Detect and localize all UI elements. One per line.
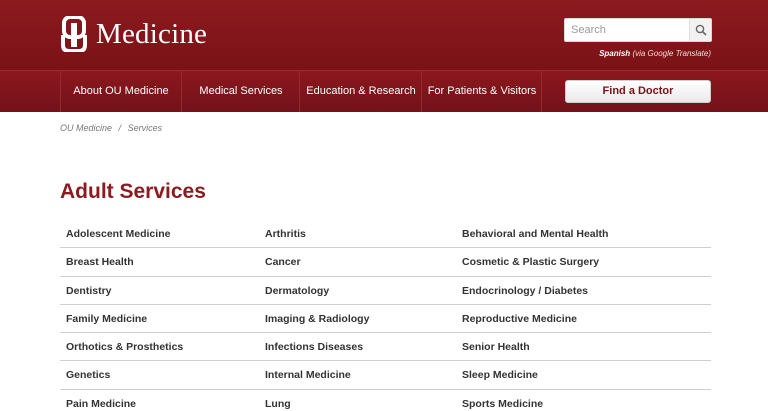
search-button[interactable] [689,19,711,41]
nav-divider [181,71,182,112]
services-row: Adolescent Medicine Arthritis Behavioral… [60,220,711,249]
services-row: Breast Health Cancer Cosmetic & Plastic … [60,248,711,277]
nav-item-education-research[interactable]: Education & Research [301,71,421,112]
services-list: Adolescent Medicine Arthritis Behavioral… [60,220,711,411]
section-title: Adult Services [60,180,206,203]
nav-divider [541,71,542,112]
service-link[interactable]: Internal Medicine [265,361,351,389]
service-link[interactable]: Infections Diseases [265,333,363,361]
service-link[interactable]: Senior Health [462,333,530,361]
nav-item-patients-visitors[interactable]: For Patients & Visitors [423,71,541,112]
site-header: Medicine Spanish (via Google Translate) [0,0,768,70]
service-link[interactable]: Behavioral and Mental Health [462,220,608,248]
breadcrumb-current: Services [127,123,163,133]
breadcrumb-home[interactable]: OU Medicine [60,123,112,133]
service-link[interactable]: Pain Medicine [66,390,136,411]
ou-logo-icon [61,16,87,52]
service-link[interactable]: Cancer [265,248,301,276]
nav-item-medical-services[interactable]: Medical Services [183,71,299,112]
service-link[interactable]: Dermatology [265,277,329,305]
service-link[interactable]: Sports Medicine [462,390,543,411]
service-link[interactable]: Reproductive Medicine [462,305,577,333]
service-link[interactable]: Adolescent Medicine [66,220,170,248]
search-box [564,18,712,42]
main-nav: About OU Medicine Medical Services Educa… [0,70,768,112]
services-row: Genetics Internal Medicine Sleep Medicin… [60,361,711,390]
breadcrumb-separator: / [118,123,122,133]
service-link[interactable]: Dentistry [66,277,112,305]
nav-divider [299,71,300,112]
ou-medicine-logo[interactable]: Medicine [60,16,207,52]
service-link[interactable]: Sleep Medicine [462,361,538,389]
service-link[interactable]: Family Medicine [66,305,147,333]
search-icon [695,24,707,36]
services-row: Pain Medicine Lung Sports Medicine [60,390,711,411]
service-link[interactable]: Breast Health [66,248,134,276]
service-link[interactable]: Imaging & Radiology [265,305,369,333]
breadcrumb: OU Medicine / Services [60,123,162,133]
translate-link[interactable]: Spanish (via Google Translate) [599,49,711,58]
services-row: Family Medicine Imaging & Radiology Repr… [60,305,711,334]
translate-via: (via Google Translate) [632,49,711,58]
nav-divider [421,71,422,112]
translate-language: Spanish [599,49,631,58]
service-link[interactable]: Orthotics & Prosthetics [66,333,183,361]
service-link[interactable]: Arthritis [265,220,306,248]
find-a-doctor-button[interactable]: Find a Doctor [565,80,711,103]
services-row: Dentistry Dermatology Endocrinology / Di… [60,277,711,305]
service-link[interactable]: Lung [265,390,291,411]
service-link[interactable]: Cosmetic & Plastic Surgery [462,248,599,276]
logo-text: Medicine [96,18,208,50]
service-link[interactable]: Endocrinology / Diabetes [462,277,588,305]
search-input[interactable] [565,19,689,41]
nav-item-about[interactable]: About OU Medicine [61,71,181,112]
services-row: Orthotics & Prosthetics Infections Disea… [60,333,711,362]
service-link[interactable]: Genetics [66,361,110,389]
